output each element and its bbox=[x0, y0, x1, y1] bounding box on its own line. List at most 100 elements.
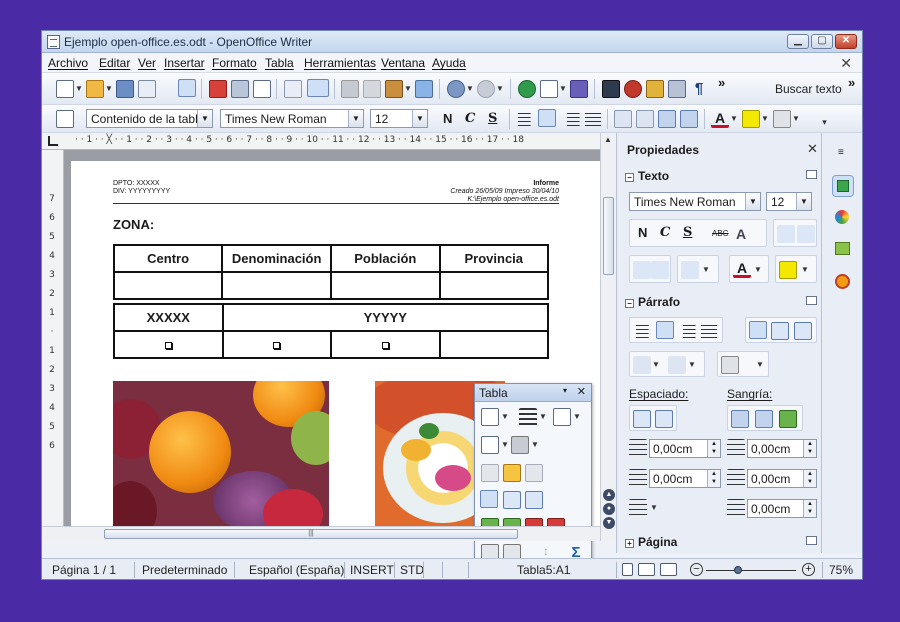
menu-insertar[interactable]: Insertar bbox=[164, 56, 205, 70]
table-toolbar-header[interactable]: Tabla ▾ ✕ bbox=[475, 384, 591, 402]
new-document-icon[interactable] bbox=[56, 80, 74, 98]
after-indent-field[interactable]: 0,00cm ▲ ▼ bbox=[747, 469, 817, 488]
sidebar-numbering-icon[interactable] bbox=[668, 356, 686, 374]
save-icon[interactable] bbox=[116, 80, 134, 98]
first-line-indent-field[interactable]: 0,00cm ▲ ▼ bbox=[747, 499, 817, 518]
formatting-marks-icon[interactable]: ¶ bbox=[690, 80, 708, 98]
show-draw-functions-icon[interactable] bbox=[570, 80, 588, 98]
menu-ventana[interactable]: Ventana bbox=[381, 56, 425, 70]
gallery-deck-icon[interactable] bbox=[832, 239, 854, 261]
increase-indent-icon[interactable] bbox=[658, 110, 676, 128]
find-replace-icon[interactable] bbox=[602, 80, 620, 98]
navigator-icon[interactable] bbox=[624, 80, 642, 98]
table-insert-dropdown-icon[interactable]: ▼ bbox=[501, 408, 509, 426]
new-dropdown-icon[interactable]: ▼ bbox=[75, 80, 83, 98]
increase-spacing-icon[interactable] bbox=[633, 410, 651, 428]
sidebar-align-bottom-icon[interactable] bbox=[794, 322, 812, 340]
font-color-icon[interactable]: A bbox=[711, 110, 729, 128]
data-sources-icon[interactable] bbox=[668, 80, 686, 98]
border-style-icon[interactable] bbox=[519, 408, 537, 426]
sidebar-bullets-icon[interactable] bbox=[633, 356, 651, 374]
book-view-icon[interactable] bbox=[660, 563, 677, 576]
checkbox-cell[interactable] bbox=[438, 330, 550, 359]
menu-ver[interactable]: Ver bbox=[138, 56, 156, 70]
location-table[interactable]: Centro Denominación Población Provincia bbox=[112, 244, 550, 300]
chevron-down-icon[interactable]: ▼ bbox=[796, 193, 811, 210]
menu-ayuda[interactable]: Ayuda bbox=[432, 56, 466, 70]
bullets-dropdown-icon[interactable]: ▼ bbox=[652, 356, 660, 374]
table-cell[interactable] bbox=[112, 271, 224, 300]
numbering-dropdown-icon[interactable]: ▼ bbox=[688, 356, 696, 374]
align-center-icon[interactable] bbox=[538, 109, 556, 127]
justify-icon[interactable] bbox=[584, 110, 602, 128]
spin-arrows-icon[interactable]: ▲ ▼ bbox=[707, 440, 720, 457]
subscript-icon[interactable] bbox=[651, 261, 669, 279]
borders-icon[interactable] bbox=[481, 436, 499, 454]
table-cell[interactable] bbox=[330, 271, 441, 300]
grow-font-icon[interactable] bbox=[777, 225, 795, 243]
spin-arrows-icon[interactable]: ▲ ▼ bbox=[803, 440, 816, 457]
italic-button[interactable]: C bbox=[465, 111, 475, 126]
highlight-dropdown-icon[interactable]: ▼ bbox=[801, 261, 809, 279]
more-options-icon[interactable] bbox=[806, 536, 817, 545]
checkbox-cell[interactable] bbox=[221, 330, 333, 359]
more-options-icon[interactable] bbox=[806, 170, 817, 179]
sidebar-justify-icon[interactable] bbox=[700, 322, 718, 340]
table-cell[interactable] bbox=[221, 271, 333, 300]
font-size-combo[interactable]: 12 ▼ bbox=[370, 109, 428, 128]
optimize-icon[interactable] bbox=[525, 464, 543, 482]
format-overflow-icon[interactable]: ▾ bbox=[821, 113, 828, 131]
font-color-dropdown-icon[interactable]: ▼ bbox=[730, 110, 738, 128]
numbering-icon[interactable] bbox=[614, 110, 632, 128]
decrease-indent-icon[interactable] bbox=[680, 110, 698, 128]
font-color-dropdown-icon[interactable]: ▼ bbox=[754, 261, 762, 279]
close-icon[interactable]: ✕ bbox=[807, 141, 818, 157]
collapse-icon[interactable]: − bbox=[625, 173, 634, 182]
spin-arrows-icon[interactable]: ▲ ▼ bbox=[803, 500, 816, 517]
above-spacing-field[interactable]: 0,00cm ▲ ▼ bbox=[649, 439, 721, 458]
properties-deck-icon[interactable] bbox=[832, 175, 854, 197]
previous-page-icon[interactable]: ▲ bbox=[603, 489, 615, 501]
spin-arrows-icon[interactable]: ▲ ▼ bbox=[803, 470, 816, 487]
horizontal-scrollbar[interactable]: ||| bbox=[42, 526, 600, 541]
zoom-slider-thumb[interactable] bbox=[734, 566, 742, 574]
sidebar-highlight-icon[interactable] bbox=[779, 261, 797, 279]
chevron-down-icon[interactable]: ▼ bbox=[745, 193, 760, 210]
align-left-icon[interactable] bbox=[516, 110, 534, 128]
toolbar-menu-icon[interactable]: ▾ bbox=[563, 386, 567, 395]
toolbar-overflow-icon[interactable]: » bbox=[718, 76, 728, 94]
border-color-dropdown-icon[interactable]: ▼ bbox=[573, 408, 581, 426]
spin-arrows-icon[interactable]: ▲ ▼ bbox=[707, 470, 720, 487]
cut-icon[interactable] bbox=[341, 80, 359, 98]
sidebar-font-combo[interactable]: Times New Roman ▼ bbox=[629, 192, 761, 211]
checkbox-table[interactable]: XXXXX YYYYY bbox=[113, 303, 550, 359]
chevron-down-icon[interactable]: ▼ bbox=[348, 110, 363, 127]
table-dropdown-icon[interactable]: ▼ bbox=[559, 80, 567, 98]
chevron-down-icon[interactable]: ▼ bbox=[412, 110, 427, 127]
close-document-icon[interactable]: ✕ bbox=[840, 55, 852, 72]
font-name-combo[interactable]: Times New Roman ▼ bbox=[220, 109, 364, 128]
checkbox-icon[interactable] bbox=[381, 342, 389, 349]
zoom-in-icon[interactable]: + bbox=[802, 563, 815, 576]
sidebar-align-center-icon[interactable] bbox=[656, 321, 674, 339]
next-page-icon[interactable]: ▼ bbox=[603, 517, 615, 529]
expand-icon[interactable]: + bbox=[625, 539, 634, 548]
undo-dropdown-icon[interactable]: ▼ bbox=[466, 80, 474, 98]
superscript-icon[interactable] bbox=[633, 261, 651, 279]
search-overflow-icon[interactable]: » bbox=[848, 76, 858, 94]
maximize-button[interactable]: ▢ bbox=[811, 34, 833, 49]
clone-format-icon[interactable] bbox=[415, 80, 433, 98]
sidebar-underline-button[interactable]: S bbox=[683, 225, 692, 240]
search-text-label[interactable]: Buscar texto bbox=[775, 82, 842, 96]
strikethrough-icon[interactable]: ABC bbox=[712, 225, 730, 243]
sidebar-increase-indent-icon[interactable] bbox=[731, 410, 749, 428]
texto-section-header[interactable]: − Texto bbox=[625, 169, 821, 183]
highlight-icon[interactable] bbox=[742, 110, 760, 128]
border-style-dropdown-icon[interactable]: ▼ bbox=[539, 408, 547, 426]
shrink-font-icon[interactable] bbox=[797, 225, 815, 243]
split-cells-icon[interactable] bbox=[503, 464, 521, 482]
below-spacing-field[interactable]: 0,00cm ▲ ▼ bbox=[649, 469, 721, 488]
language-indicator[interactable]: Español (España) bbox=[249, 563, 344, 577]
vertical-ruler[interactable]: 7 6 5 4 3 2 1 · 1 2 3 4 5 6 bbox=[42, 150, 64, 526]
checkbox-icon[interactable] bbox=[164, 342, 172, 349]
